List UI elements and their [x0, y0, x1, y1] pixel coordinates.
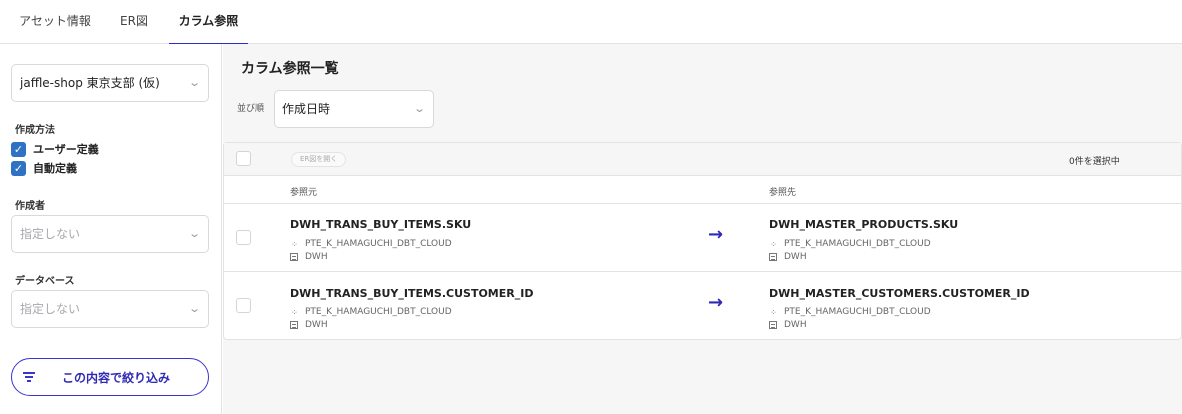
database-icon: [769, 253, 777, 261]
target-column: DWH_MASTER_PRODUCTS.SKU: [769, 218, 959, 231]
target-database-name: DWH: [784, 320, 807, 330]
table-toolbar: ER図を開く 0件を選択中: [224, 143, 1181, 176]
apply-filter-label: この内容で絞り込み: [61, 371, 170, 385]
project-select-value: jaffle-shop 東京支部 (仮): [20, 76, 160, 90]
checkbox-label: 自動定義: [33, 162, 77, 175]
project-icon: ⁘: [291, 307, 298, 317]
target-database-name: DWH: [784, 252, 807, 262]
source-database: DWH: [290, 320, 328, 330]
row-checkbox[interactable]: [236, 230, 251, 245]
database-icon: [290, 253, 298, 261]
chevron-down-icon: ⌄: [187, 227, 201, 240]
tab-er-diagram[interactable]: ER図: [108, 0, 160, 44]
database-icon: [769, 321, 777, 329]
source-database-name: DWH: [305, 252, 328, 262]
source-project-name: PTE_K_HAMAGUCHI_DBT_CLOUD: [305, 307, 452, 317]
source-project: ⁘ PTE_K_HAMAGUCHI_DBT_CLOUD: [290, 307, 452, 317]
main-content: カラム参照一覧 並び順 作成日時 ⌄ ER図を開く 0件を選択中 参照元 参照先…: [223, 44, 1182, 414]
checkbox-checked-icon[interactable]: ✓: [11, 160, 26, 176]
project-icon: ⁘: [770, 307, 777, 317]
checkbox-user-defined[interactable]: ✓ ユーザー定義: [11, 141, 99, 157]
sort-label: 並び順: [237, 104, 265, 114]
creator-select[interactable]: 指定しない ⌄: [11, 215, 209, 253]
arrow-right-icon: →: [708, 224, 724, 245]
creator-label: 作成者: [15, 201, 45, 212]
tab-bar: アセット情報 ER図 カラム参照: [0, 0, 1182, 44]
project-icon: ⁘: [291, 239, 298, 249]
filter-sidebar: jaffle-shop 東京支部 (仮) ⌄ 作成方法 ✓ ユーザー定義 ✓ 自…: [0, 44, 222, 414]
selected-count: 0件を選択中: [1069, 157, 1120, 167]
sort-select-value: 作成日時: [282, 102, 331, 116]
row-checkbox[interactable]: [236, 298, 251, 313]
tab-column-reference[interactable]: カラム参照: [169, 0, 248, 44]
database-label: データベース: [15, 276, 75, 287]
target-project-name: PTE_K_HAMAGUCHI_DBT_CLOUD: [784, 239, 931, 249]
checkbox-label: ユーザー定義: [33, 143, 99, 156]
open-er-button[interactable]: ER図を開く: [291, 152, 347, 167]
target-column: DWH_MASTER_CUSTOMERS.CUSTOMER_ID: [769, 287, 1030, 300]
apply-filter-button[interactable]: この内容で絞り込み: [11, 358, 209, 396]
checkbox-auto-defined[interactable]: ✓ 自動定義: [11, 160, 77, 176]
target-database: DWH: [769, 320, 807, 330]
tab-asset-info[interactable]: アセット情報: [12, 0, 98, 44]
target-project-name: PTE_K_HAMAGUCHI_DBT_CLOUD: [784, 307, 931, 317]
chevron-down-icon: ⌄: [412, 102, 426, 115]
source-project-name: PTE_K_HAMAGUCHI_DBT_CLOUD: [305, 239, 452, 249]
source-database: DWH: [290, 252, 328, 262]
header-target: 参照先: [769, 188, 797, 198]
source-column: DWH_TRANS_BUY_ITEMS.CUSTOMER_ID: [290, 287, 534, 300]
arrow-right-icon: →: [708, 292, 724, 313]
table-row[interactable]: DWH_TRANS_BUY_ITEMS.SKU ⁘ PTE_K_HAMAGUCH…: [224, 204, 1181, 272]
table-header: 参照元 参照先: [224, 176, 1181, 204]
sort-select[interactable]: 作成日時 ⌄: [274, 90, 434, 128]
target-database: DWH: [769, 252, 807, 262]
source-project: ⁘ PTE_K_HAMAGUCHI_DBT_CLOUD: [290, 239, 452, 249]
project-select[interactable]: jaffle-shop 東京支部 (仮) ⌄: [11, 64, 209, 102]
page-title: カラム参照一覧: [241, 61, 339, 77]
chevron-down-icon: ⌄: [187, 76, 201, 89]
project-icon: ⁘: [770, 239, 777, 249]
source-database-name: DWH: [305, 320, 328, 330]
chevron-down-icon: ⌄: [187, 302, 201, 315]
database-select-value: 指定しない: [20, 302, 81, 316]
target-project: ⁘ PTE_K_HAMAGUCHI_DBT_CLOUD: [769, 239, 931, 249]
database-select[interactable]: 指定しない ⌄: [11, 290, 209, 328]
method-label: 作成方法: [15, 125, 55, 136]
reference-table: ER図を開く 0件を選択中 参照元 参照先 DWH_TRANS_BUY_ITEM…: [223, 142, 1182, 340]
table-row[interactable]: DWH_TRANS_BUY_ITEMS.CUSTOMER_ID ⁘ PTE_K_…: [224, 272, 1181, 340]
target-project: ⁘ PTE_K_HAMAGUCHI_DBT_CLOUD: [769, 307, 931, 317]
source-column: DWH_TRANS_BUY_ITEMS.SKU: [290, 218, 472, 231]
checkbox-checked-icon[interactable]: ✓: [11, 141, 26, 157]
creator-select-value: 指定しない: [20, 227, 81, 241]
header-source: 参照元: [290, 188, 318, 198]
database-icon: [290, 321, 298, 329]
select-all-checkbox[interactable]: [236, 151, 251, 166]
